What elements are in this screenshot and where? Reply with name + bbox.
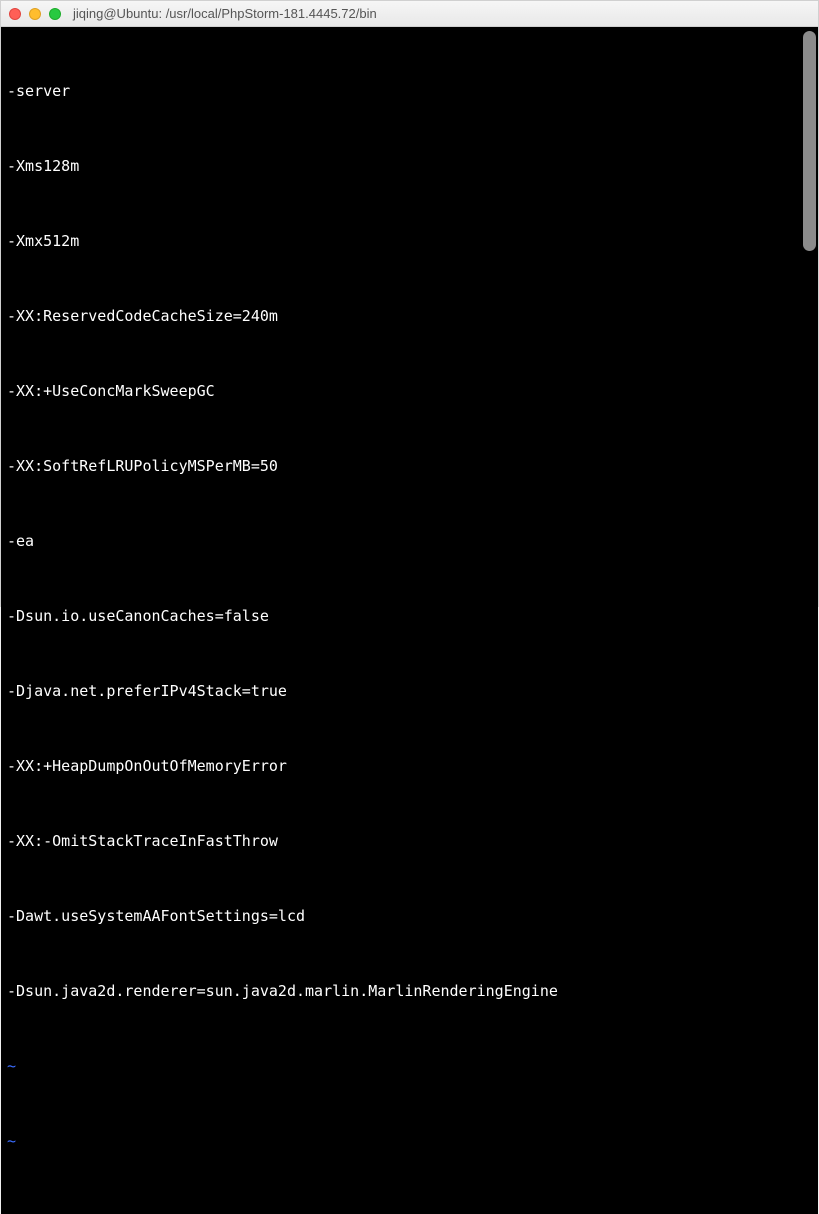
file-line: -Xmx512m bbox=[7, 229, 812, 254]
file-line: -XX:-OmitStackTraceInFastThrow bbox=[7, 829, 812, 854]
file-line: -Xms128m bbox=[7, 154, 812, 179]
terminal-area[interactable]: -server -Xms128m -Xmx512m -XX:ReservedCo… bbox=[1, 27, 818, 1214]
file-line: -ea bbox=[7, 529, 812, 554]
vim-tilde: ~ bbox=[7, 1204, 812, 1214]
file-line: -XX:+UseConcMarkSweepGC bbox=[7, 379, 812, 404]
file-line: -server bbox=[7, 79, 812, 104]
file-line: -Dawt.useSystemAAFontSettings=lcd bbox=[7, 904, 812, 929]
window-controls bbox=[9, 8, 61, 20]
file-line: -Djava.net.preferIPv4Stack=true bbox=[7, 679, 812, 704]
file-line: -XX:ReservedCodeCacheSize=240m bbox=[7, 304, 812, 329]
minimize-icon[interactable] bbox=[29, 8, 41, 20]
vim-tilde: ~ bbox=[7, 1129, 812, 1154]
window-title: jiqing@Ubuntu: /usr/local/PhpStorm-181.4… bbox=[73, 6, 377, 21]
zoom-icon[interactable] bbox=[49, 8, 61, 20]
file-line: -XX:SoftRefLRUPolicyMSPerMB=50 bbox=[7, 454, 812, 479]
vim-tilde: ~ bbox=[7, 1054, 812, 1079]
scrollbar-thumb[interactable] bbox=[803, 31, 816, 251]
terminal-content[interactable]: -server -Xms128m -Xmx512m -XX:ReservedCo… bbox=[7, 29, 812, 1214]
file-line: -Dsun.io.useCanonCaches=false bbox=[7, 604, 812, 629]
terminal-window: jiqing@Ubuntu: /usr/local/PhpStorm-181.4… bbox=[0, 0, 819, 607]
file-line: -Dsun.java2d.renderer=sun.java2d.marlin.… bbox=[7, 979, 812, 1004]
titlebar[interactable]: jiqing@Ubuntu: /usr/local/PhpStorm-181.4… bbox=[1, 1, 818, 27]
close-icon[interactable] bbox=[9, 8, 21, 20]
file-line: -XX:+HeapDumpOnOutOfMemoryError bbox=[7, 754, 812, 779]
